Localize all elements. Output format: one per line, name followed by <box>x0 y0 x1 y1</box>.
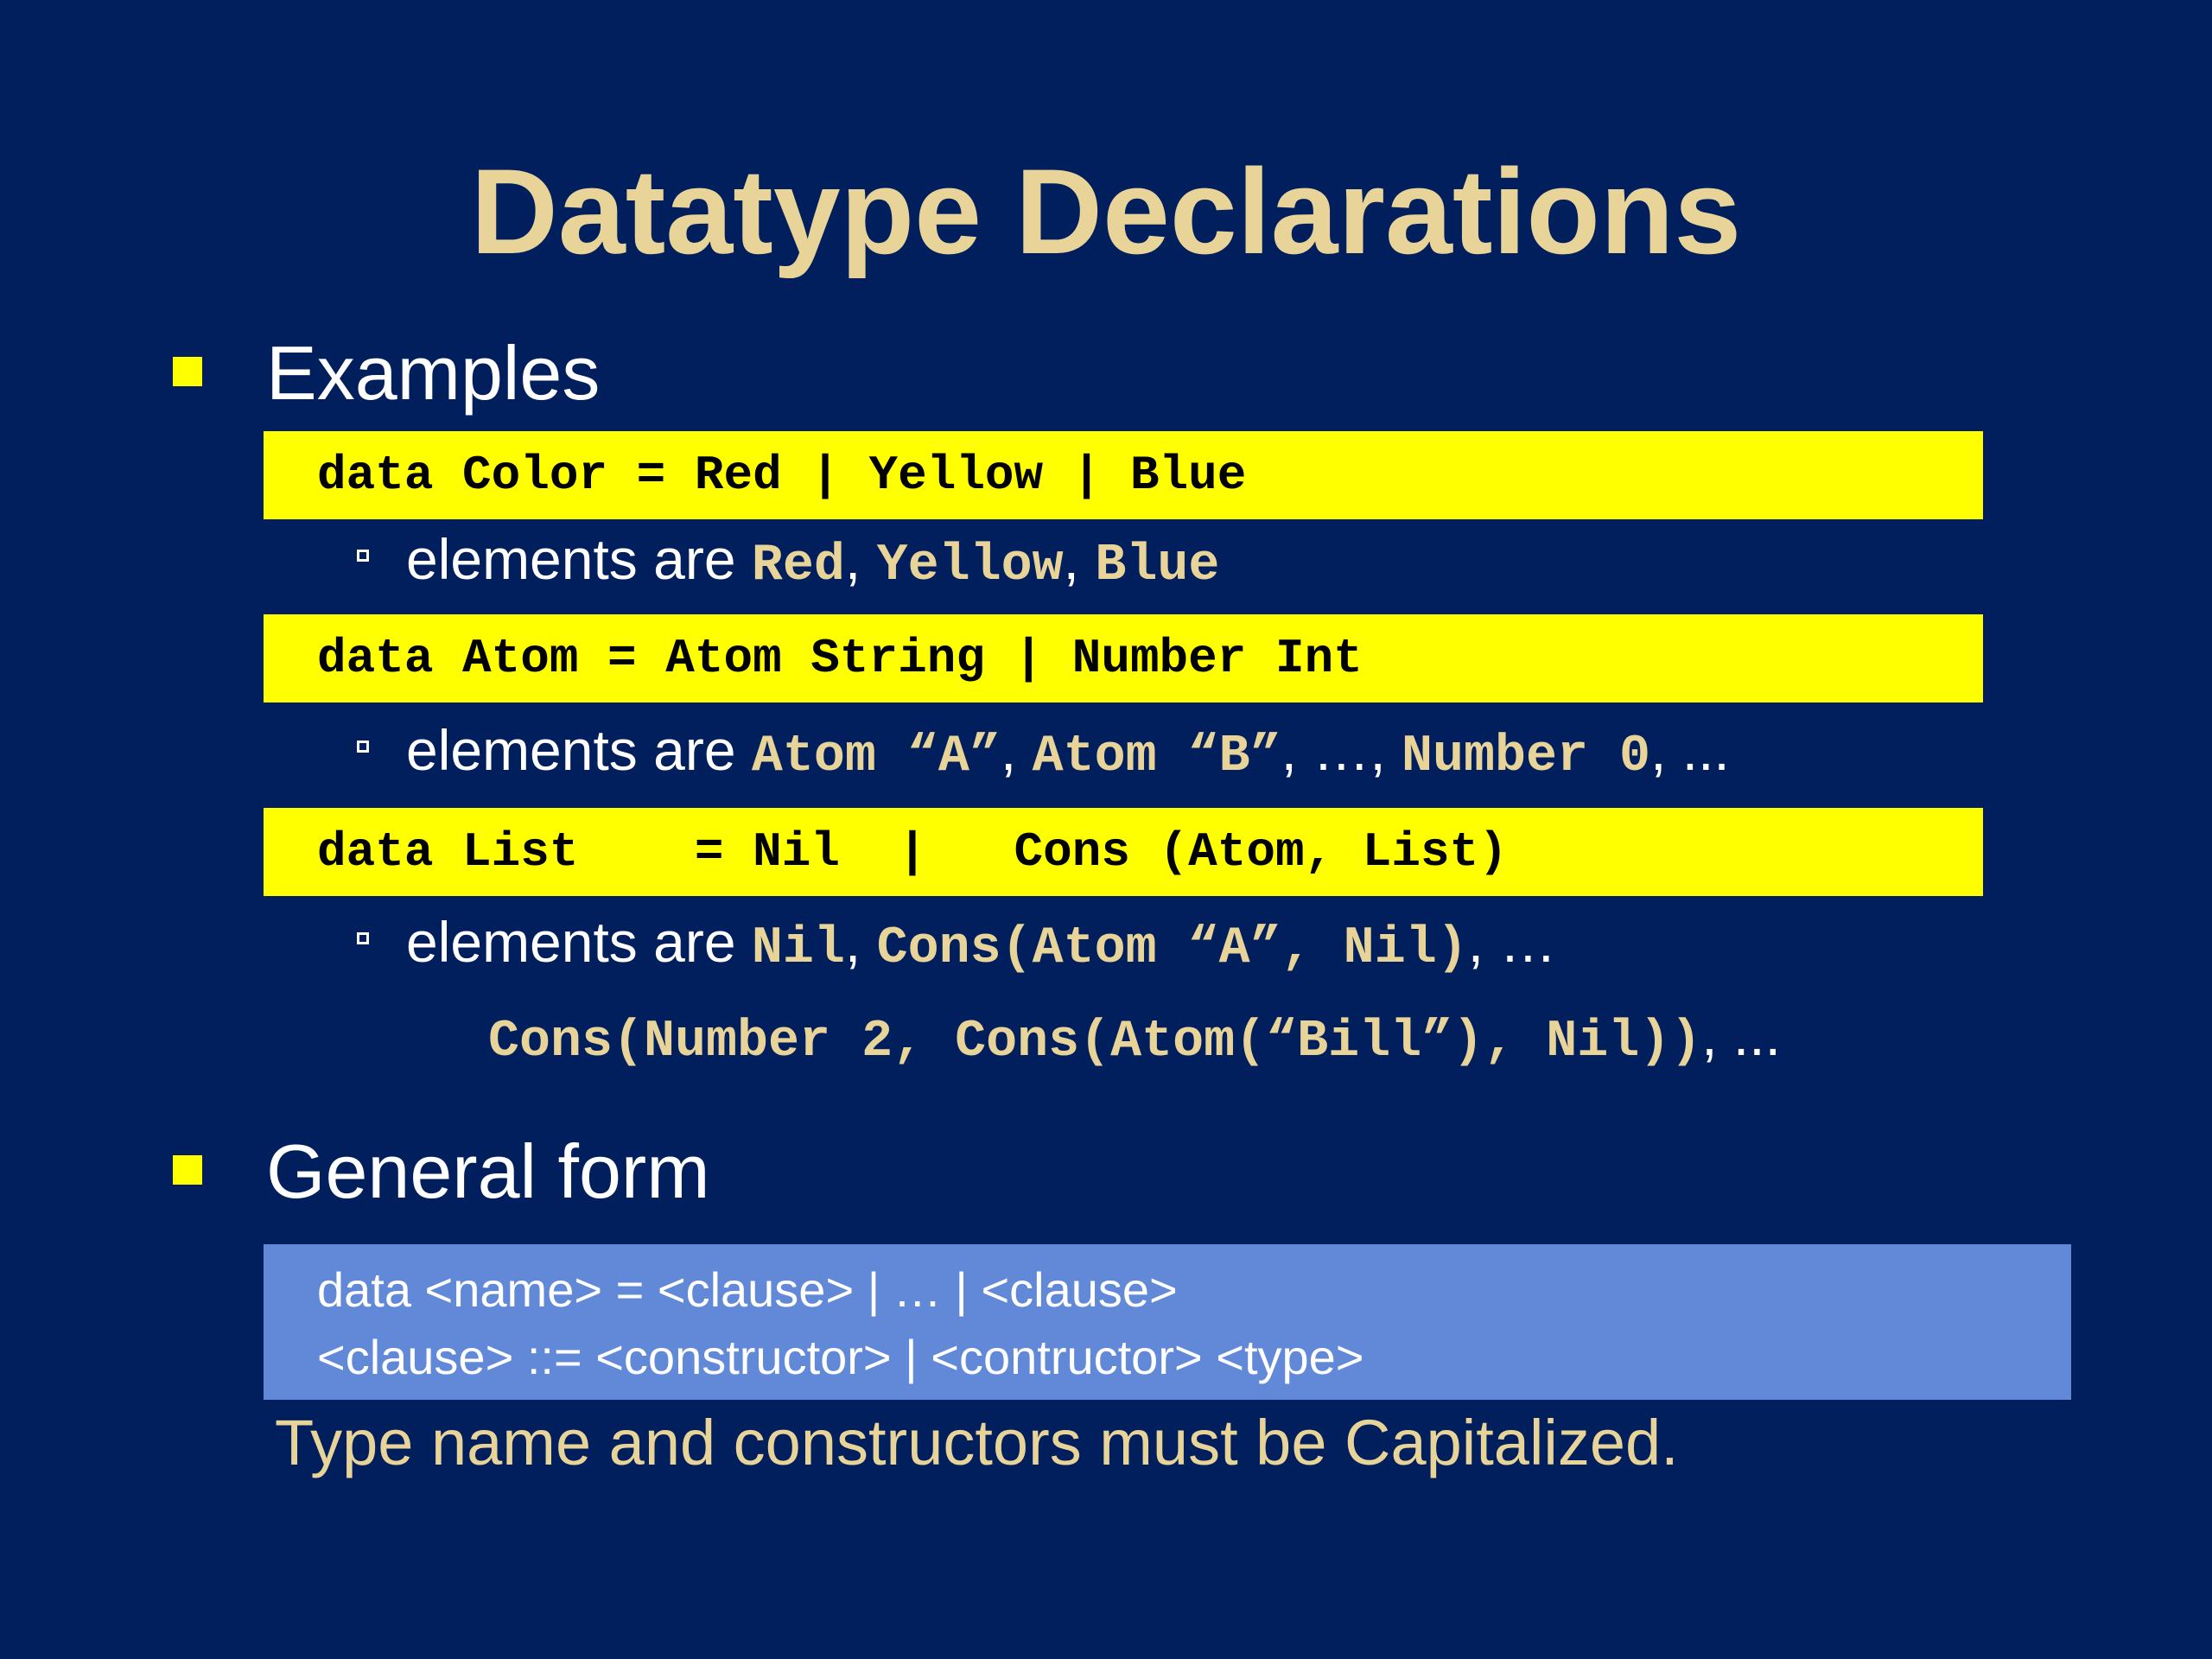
elem-sep: , <box>1000 718 1033 782</box>
capitalization-note: Type name and constructors must be Capit… <box>275 1407 1679 1478</box>
elements-prefix: elements are <box>406 718 752 782</box>
code-atom-declaration: data Atom = Atom String | Number Int <box>317 631 1363 686</box>
bullet-marker <box>173 1155 202 1185</box>
code-band-color: data Color = Red | Yellow | Blue <box>264 431 1983 519</box>
elements-line-atom: elements are Atom “A”, Atom “B”, …, Numb… <box>406 715 1730 791</box>
elem-red: Red <box>751 537 845 595</box>
elem-atom-a: Atom “A” <box>751 728 1001 786</box>
elem-sep: , <box>844 910 877 974</box>
elem-cons-atom-a: Cons(Atom “A”, Nil) <box>876 919 1468 978</box>
elem-number-0: Number 0 <box>1402 728 1651 786</box>
bullet-examples: Examples <box>266 330 601 416</box>
elem-sep: , <box>844 527 877 591</box>
sub-bullet-marker <box>357 741 369 753</box>
elem-yellow: Yellow <box>876 537 1064 595</box>
elements-prefix: elements are <box>406 527 752 591</box>
elem-trailing: , … <box>1467 910 1557 974</box>
elements-line-color: elements are Red, Yellow, Blue <box>406 524 1219 601</box>
general-form-line-1: data <name> = <clause> | … | <clause> <box>317 1262 1178 1317</box>
elem-nil: Nil <box>751 919 845 978</box>
elem-sep: , <box>1063 527 1096 591</box>
code-color-declaration: data Color = Red | Yellow | Blue <box>317 448 1247 503</box>
elem-cons-number-2: Cons(Number 2, Cons(Atom(“Bill”), Nil)) <box>488 1013 1702 1071</box>
elements-line-list: elements are Nil, Cons(Atom “A”, Nil), … <box>406 907 1556 983</box>
elem-trailing: , ... <box>1701 1003 1781 1067</box>
elem-trailing: , ... <box>1650 718 1730 782</box>
general-form-line-2: <clause> ::= <constructor> | <contructor… <box>317 1330 1364 1384</box>
bullet-general-form: General form <box>266 1128 710 1214</box>
code-list-declaration: data List = Nil | Cons (Atom, List) <box>317 824 1508 880</box>
sub-bullet-marker <box>357 932 369 944</box>
elem-ellipsis: , …, <box>1281 718 1402 782</box>
sub-bullet-marker <box>357 550 369 562</box>
code-band-list: data List = Nil | Cons (Atom, List) <box>264 808 1983 896</box>
elem-blue: Blue <box>1095 537 1220 595</box>
slide-title: Datatype Declarations <box>470 143 1742 279</box>
elem-atom-b: Atom “B” <box>1032 728 1281 786</box>
general-form-box: data <name> = <clause> | … | <clause> <c… <box>264 1244 2071 1400</box>
code-band-atom: data Atom = Atom String | Number Int <box>264 614 1983 702</box>
elements-prefix: elements are <box>406 910 752 974</box>
bullet-marker <box>173 357 202 386</box>
elements-line-list-continuation: Cons(Number 2, Cons(Atom(“Bill”), Nil)),… <box>488 1001 1781 1077</box>
